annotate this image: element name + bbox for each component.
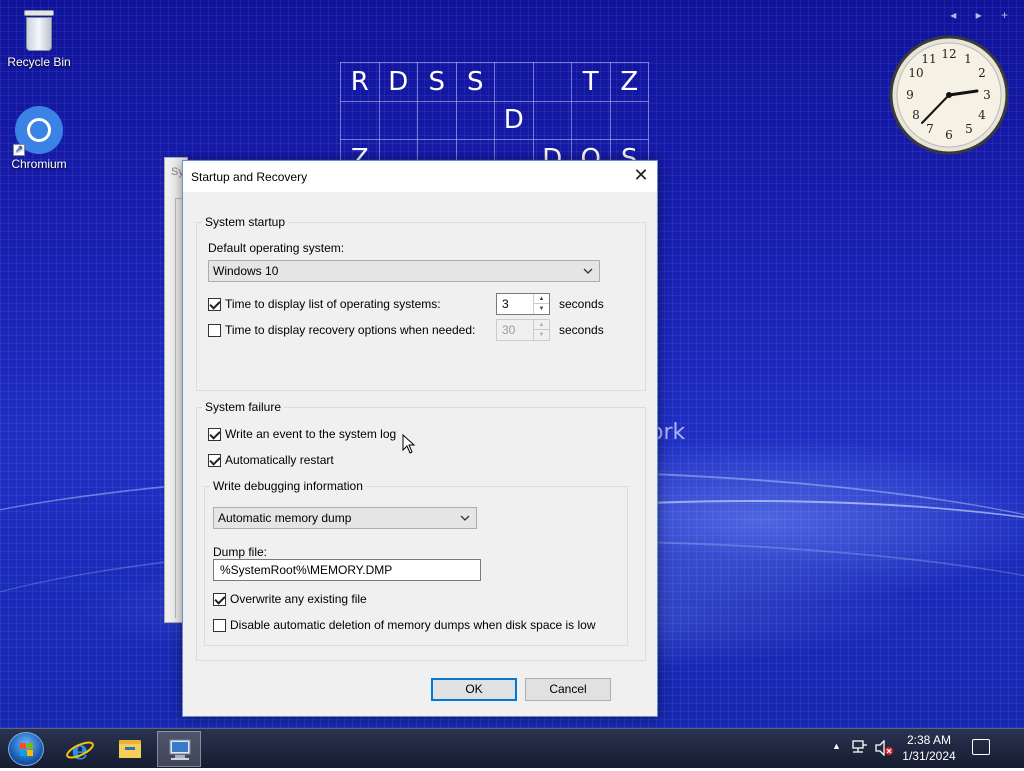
write-event-label[interactable]: Write an event to the system log bbox=[225, 427, 396, 441]
gadget-controls[interactable]: ◂ ▸ + bbox=[950, 8, 1016, 22]
windows-logo-icon bbox=[20, 743, 33, 756]
spin-up-button: ▲ bbox=[534, 320, 549, 330]
time-list-spinner[interactable]: 3 ▲ ▼ bbox=[496, 293, 550, 315]
dialog-title: Startup and Recovery bbox=[191, 170, 308, 184]
system-properties-icon bbox=[169, 739, 191, 760]
wallpaper-letter-cell bbox=[455, 100, 495, 140]
system-startup-legend: System startup bbox=[202, 215, 289, 229]
wallpaper-letter-cell: S bbox=[417, 62, 457, 102]
notifications-icon[interactable] bbox=[972, 739, 990, 755]
wallpaper-letter-cell bbox=[532, 100, 572, 140]
chevron-down-icon bbox=[460, 515, 470, 521]
default-os-select[interactable]: Windows 10 bbox=[208, 260, 600, 282]
tray-expand-button[interactable]: ▲ bbox=[832, 741, 841, 751]
system-failure-legend: System failure bbox=[202, 400, 285, 414]
svg-text:7: 7 bbox=[926, 122, 934, 136]
recycle-bin-icon bbox=[22, 8, 56, 52]
auto-restart-checkbox[interactable] bbox=[208, 454, 221, 467]
wallpaper-letter-cell bbox=[609, 100, 649, 140]
file-explorer-icon bbox=[119, 740, 141, 758]
wallpaper-letter-cell: R bbox=[340, 62, 380, 102]
network-icon[interactable] bbox=[851, 740, 869, 756]
svg-text:4: 4 bbox=[978, 108, 986, 122]
mouse-cursor-icon bbox=[402, 434, 416, 454]
svg-text:12: 12 bbox=[941, 47, 956, 61]
desktop-icon-recycle-bin[interactable]: Recycle Bin bbox=[1, 8, 77, 69]
wallpaper-letter-cell bbox=[378, 100, 418, 140]
svg-text:1: 1 bbox=[964, 52, 972, 66]
taskbar-internet-explorer[interactable]: e bbox=[58, 731, 102, 767]
spin-down-button[interactable]: ▼ bbox=[534, 304, 549, 314]
svg-text:11: 11 bbox=[921, 52, 936, 66]
wallpaper-letter-cell: T bbox=[571, 62, 611, 102]
time-recovery-spinner: 30 ▲ ▼ bbox=[496, 319, 550, 341]
svg-text:5: 5 bbox=[965, 122, 973, 136]
auto-restart-label[interactable]: Automatically restart bbox=[225, 453, 334, 467]
write-debugging-legend: Write debugging information bbox=[210, 479, 366, 493]
dump-file-label: Dump file: bbox=[213, 545, 268, 559]
wallpaper-letter-cell: D bbox=[378, 62, 418, 102]
chevron-down-icon bbox=[583, 268, 593, 274]
taskbar-file-explorer[interactable] bbox=[108, 731, 152, 767]
svg-text:9: 9 bbox=[906, 88, 914, 102]
volume-muted-icon[interactable] bbox=[874, 740, 894, 756]
svg-text:2: 2 bbox=[978, 66, 986, 80]
dump-type-select[interactable]: Automatic memory dump bbox=[213, 507, 477, 529]
start-button[interactable] bbox=[8, 732, 44, 766]
internet-explorer-icon: e bbox=[66, 736, 94, 766]
clock-date: 1/31/2024 bbox=[902, 749, 956, 763]
wallpaper-letter-cell bbox=[340, 100, 380, 140]
startup-and-recovery-dialog: Startup and Recovery ✕ System startup De… bbox=[182, 160, 658, 717]
clock-time: 2:38 AM bbox=[906, 733, 952, 747]
time-recovery-checkbox[interactable] bbox=[208, 324, 221, 337]
svg-text:8: 8 bbox=[912, 108, 920, 122]
time-recovery-label[interactable]: Time to display recovery options when ne… bbox=[225, 323, 475, 337]
clock-gadget[interactable]: 12 12 345 678 91011 bbox=[889, 35, 1009, 155]
wallpaper-letter-cell: S bbox=[455, 62, 495, 102]
svg-text:10: 10 bbox=[908, 66, 923, 80]
taskbar-system-properties[interactable] bbox=[157, 731, 201, 767]
shortcut-arrow-icon: ↗ bbox=[13, 144, 25, 156]
time-recovery-value: 30 bbox=[502, 323, 516, 337]
overwrite-label[interactable]: Overwrite any existing file bbox=[230, 592, 367, 606]
disable-deletion-checkbox[interactable] bbox=[213, 619, 226, 632]
spin-down-button: ▼ bbox=[538, 332, 545, 338]
dump-type-value: Automatic memory dump bbox=[218, 511, 352, 525]
chromium-icon: ↗ bbox=[13, 106, 63, 156]
desktop-icon-label: Recycle Bin bbox=[7, 55, 71, 69]
disable-deletion-label[interactable]: Disable automatic deletion of memory dum… bbox=[230, 618, 596, 632]
wallpaper-letter-cell: Z bbox=[609, 62, 649, 102]
default-os-label: Default operating system: bbox=[208, 241, 345, 255]
time-list-value: 3 bbox=[502, 297, 509, 311]
taskbar: e ▲ 2:38 AM 1/31/2024 bbox=[0, 728, 1024, 768]
wallpaper-letter-cell bbox=[417, 100, 457, 140]
cancel-button[interactable]: Cancel bbox=[525, 678, 611, 701]
desktop-icon-label: Chromium bbox=[11, 157, 67, 171]
wallpaper-letter-cell bbox=[532, 62, 572, 102]
time-recovery-unit: seconds bbox=[559, 323, 604, 337]
title-bar[interactable]: Startup and Recovery ✕ bbox=[183, 161, 657, 192]
svg-text:e: e bbox=[72, 736, 89, 766]
dump-file-input[interactable]: %SystemRoot%\MEMORY.DMP bbox=[213, 559, 481, 581]
svg-text:6: 6 bbox=[945, 128, 953, 142]
desktop-icon-chromium[interactable]: ↗ Chromium bbox=[1, 106, 77, 171]
svg-text:3: 3 bbox=[983, 88, 991, 102]
ok-button[interactable]: OK bbox=[431, 678, 517, 701]
time-list-label[interactable]: Time to display list of operating system… bbox=[225, 297, 441, 311]
wallpaper-letter-cell: D bbox=[494, 100, 534, 140]
taskbar-clock[interactable]: 2:38 AM 1/31/2024 bbox=[900, 732, 958, 764]
close-button[interactable]: ✕ bbox=[625, 161, 657, 192]
wallpaper-letter-cell bbox=[571, 100, 611, 140]
wallpaper-letter-cell bbox=[494, 62, 534, 102]
time-list-checkbox[interactable] bbox=[208, 298, 221, 311]
overwrite-checkbox[interactable] bbox=[213, 593, 226, 606]
time-list-unit: seconds bbox=[559, 297, 604, 311]
default-os-value: Windows 10 bbox=[213, 264, 279, 278]
write-event-checkbox[interactable] bbox=[208, 428, 221, 441]
spin-up-button[interactable]: ▲ bbox=[534, 294, 549, 304]
